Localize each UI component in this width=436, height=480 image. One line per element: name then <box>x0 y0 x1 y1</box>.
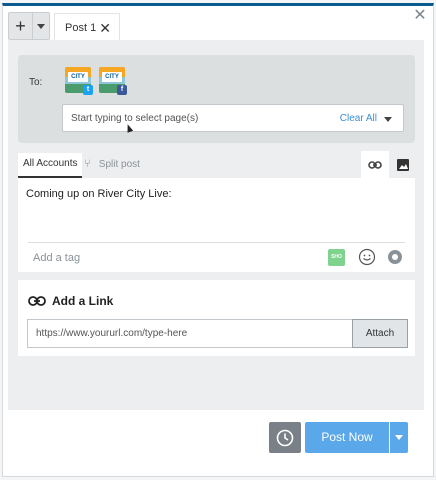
add-post-dropdown-button[interactable] <box>32 12 50 40</box>
split-icon: ⑂ <box>84 158 91 170</box>
close-dialog-icon[interactable]: ✕ <box>412 8 428 24</box>
link-icon <box>28 296 46 306</box>
schedule-button[interactable] <box>269 422 301 453</box>
add-post-button[interactable]: + <box>8 12 32 40</box>
account-tabs: All Accounts ⑂ Split post <box>18 151 417 178</box>
recipients-panel: To: CITY t CITY f Start typing to select… <box>18 55 415 143</box>
attach-button[interactable]: Attach <box>352 319 408 348</box>
url-input[interactable]: https://www.yoururl.com/type-here <box>27 319 353 348</box>
tab-label: Post 1 <box>65 21 97 34</box>
link-attachment-button[interactable] <box>361 151 389 178</box>
to-label: To: <box>29 77 43 88</box>
tab-post-1[interactable]: Post 1 ✕ <box>54 13 120 41</box>
add-link-heading: Add a Link <box>28 294 113 308</box>
chevron-down-icon[interactable] <box>384 117 392 122</box>
facebook-icon: f <box>117 85 127 95</box>
clock-icon <box>276 429 294 446</box>
link-icon <box>368 160 382 169</box>
clear-all-link[interactable]: Clear All <box>340 113 377 124</box>
page-select-placeholder: Start typing to select page(s) <box>71 113 199 124</box>
post-options-dropdown-button[interactable] <box>389 422 408 453</box>
message-text[interactable]: Coming up on River City Live: <box>26 188 172 200</box>
tab-all-accounts[interactable]: All Accounts <box>18 153 83 178</box>
message-composer[interactable]: Coming up on River City Live: Add a tag … <box>18 178 415 272</box>
tag-input[interactable]: Add a tag <box>33 252 80 264</box>
chevron-down-icon <box>395 435 403 440</box>
post-tab-bar: + Post 1 ✕ <box>8 12 120 41</box>
page-select-input[interactable]: Start typing to select page(s) Clear All <box>62 104 404 132</box>
add-link-title: Add a Link <box>52 294 114 308</box>
twitter-icon: t <box>83 85 93 95</box>
shutterstock-icon[interactable]: SHO <box>328 249 345 266</box>
donut-icon[interactable] <box>386 248 404 266</box>
add-link-panel: Add a Link https://www.yoururl.com/type-… <box>18 280 415 356</box>
split-post-label: Split post <box>98 159 140 170</box>
image-icon <box>397 158 409 171</box>
chevron-down-icon <box>37 23 45 29</box>
post-now-button[interactable]: Post Now <box>305 422 389 453</box>
emoji-icon[interactable] <box>358 248 376 266</box>
close-tab-icon[interactable]: ✕ <box>99 20 111 37</box>
image-attachment-button[interactable] <box>389 151 417 178</box>
tab-split-post[interactable]: ⑂ Split post <box>84 153 140 178</box>
divider <box>28 242 405 243</box>
